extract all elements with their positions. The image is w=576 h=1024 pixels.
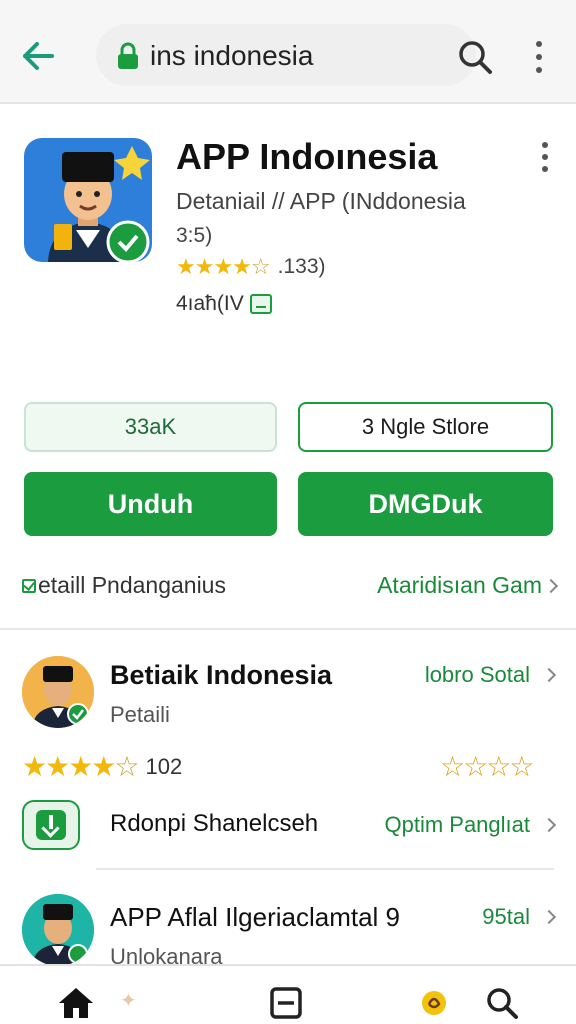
avatar (22, 894, 94, 966)
store-button[interactable]: 3 Ngle Stlore (298, 402, 553, 452)
lock-icon (116, 42, 140, 70)
secondary-action-button[interactable]: DMGDuk (298, 472, 553, 536)
detail-right-label: Ataridisıan Gam (377, 572, 542, 598)
rate-stars-input[interactable]: ☆☆☆☆ (440, 750, 534, 783)
chevron-right-icon (541, 817, 557, 833)
list-item-link-label: lobro Sotal (424, 662, 530, 687)
url-text[interactable]: ins indonesia (150, 40, 313, 72)
list-item-link-label: 95tal (482, 904, 530, 929)
chevron-right-icon (543, 578, 559, 593)
section-divider (0, 628, 576, 630)
check-icon (22, 578, 36, 593)
app-rating: ★★★★☆ .133) (176, 254, 326, 280)
detail-left[interactable]: etaill Pndanganius (22, 572, 226, 599)
list-item-title[interactable]: Betiaik Indonesia (110, 660, 332, 691)
list-divider (96, 868, 554, 870)
age-rating: 4ıaħ(IV (176, 292, 272, 316)
rating-count: 102 (145, 753, 183, 779)
tabs-icon[interactable] (266, 984, 306, 1022)
avatar (22, 656, 94, 728)
list-item-subtitle: Petaili (110, 702, 170, 727)
rating-stars: ★★★★☆ (22, 751, 140, 782)
app-subtitle: Detaniail // APP (INddonesia (176, 188, 466, 214)
bottom-nav (0, 964, 576, 1024)
list-item-link-label: Qptim Panglıat (384, 812, 530, 837)
app-title: APP Indoınesia (176, 136, 438, 177)
search-icon[interactable] (482, 984, 522, 1022)
app-score: 3:5) (176, 224, 213, 247)
back-arrow-icon[interactable] (18, 36, 58, 76)
search-icon[interactable] (456, 38, 494, 76)
badge-icon[interactable] (414, 984, 454, 1022)
more-vert-icon[interactable] (526, 38, 552, 76)
chevron-right-icon (541, 667, 557, 683)
detail-left-label: etaill Pndanganius (38, 572, 226, 598)
age-badge-icon (249, 294, 272, 314)
rating-stars: ★★★★☆ (176, 254, 271, 279)
age-text: 4ıaħ(IV (176, 292, 244, 315)
detail-row: etaill Pndanganius Ataridisıan Gam (22, 570, 559, 602)
size-button[interactable]: 33aK (24, 402, 277, 452)
rating-count: .133) (277, 255, 326, 278)
list-item-link[interactable]: lobro Sotal (424, 662, 557, 688)
sparkle-icon: ✦ (120, 990, 137, 1012)
download-button[interactable]: Unduh (24, 472, 277, 536)
chevron-right-icon (541, 909, 557, 925)
list-item-link[interactable]: 95tal (482, 904, 557, 930)
list-item-title[interactable]: APP Aflal Ilgeriaclamtal 9 (110, 902, 400, 933)
app-icon (24, 138, 152, 262)
browser-top-bar: ins indonesia (0, 0, 576, 104)
download-icon (22, 800, 80, 850)
list-item-title[interactable]: Rdonpi Shanelcseh (110, 810, 318, 838)
app-more-icon[interactable] (532, 140, 558, 174)
home-icon[interactable] (56, 984, 96, 1022)
list-rating: ★★★★☆ 102 (22, 750, 182, 783)
list-item-link[interactable]: Qptim Panglıat (384, 812, 557, 838)
detail-right-link[interactable]: Ataridisıan Gam (377, 572, 559, 599)
